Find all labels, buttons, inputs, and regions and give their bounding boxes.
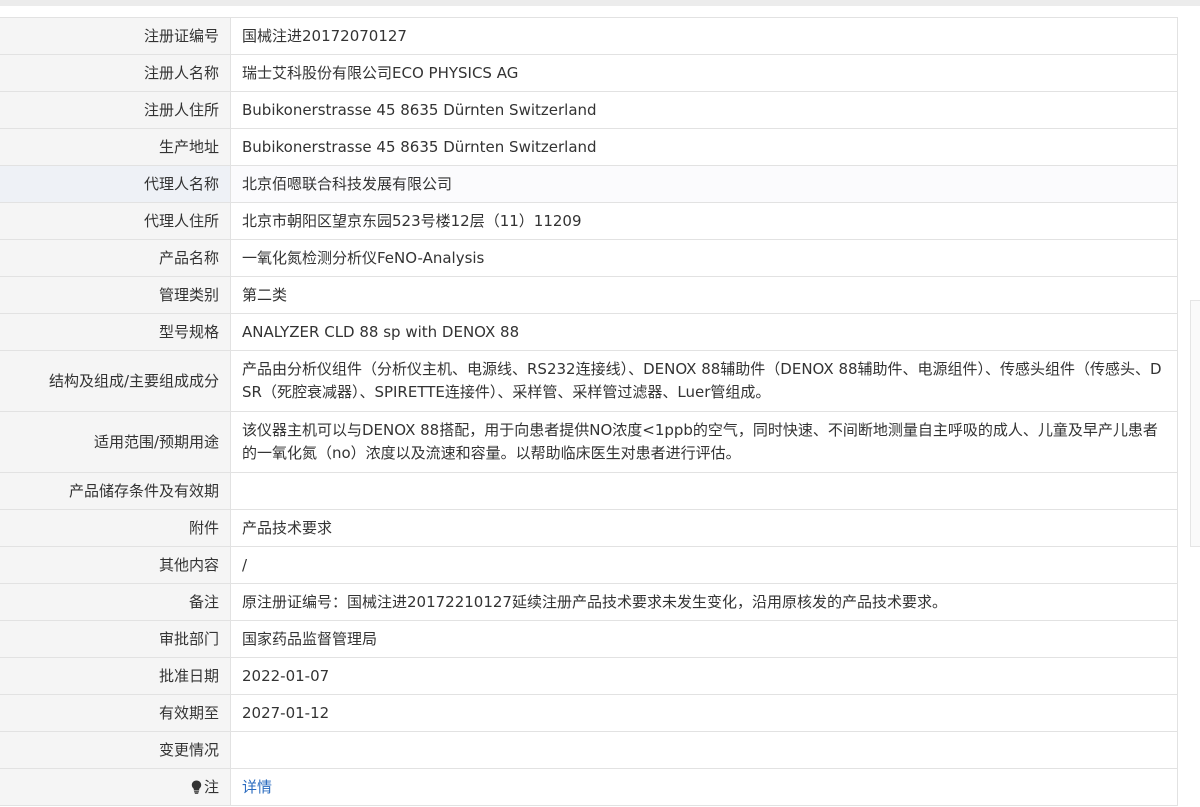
row-label: 注册人住所 <box>0 91 231 129</box>
row-label: 产品储存条件及有效期 <box>0 472 231 510</box>
table-row: 产品储存条件及有效期 <box>0 472 1178 510</box>
row-label: 有效期至 <box>0 694 231 732</box>
row-value: 2022-01-07 <box>230 657 1178 695</box>
table-row: 适用范围/预期用途 该仪器主机可以与DENOX 88搭配，用于向患者提供NO浓度… <box>0 411 1178 473</box>
row-label: 备注 <box>0 583 231 621</box>
table-row: 产品名称 一氧化氮检测分析仪FeNO-Analysis <box>0 239 1178 277</box>
row-label: 注册人名称 <box>0 54 231 92</box>
row-label: 代理人住所 <box>0 202 231 240</box>
row-label: 管理类别 <box>0 276 231 314</box>
table-row: 结构及组成/主要组成成分 产品由分析仪组件（分析仪主机、电源线、RS232连接线… <box>0 350 1178 412</box>
row-value: 原注册证编号：国械注进20172210127延续注册产品技术要求未发生变化，沿用… <box>230 583 1178 621</box>
table-row: 注册证编号 国械注进20172070127 <box>0 17 1178 55</box>
registration-detail-table-wrapper: 注册证编号 国械注进20172070127 注册人名称 瑞士艾科股份有限公司EC… <box>0 17 1178 806</box>
row-value: 该仪器主机可以与DENOX 88搭配，用于向患者提供NO浓度<1ppb的空气，同… <box>230 411 1178 473</box>
table-row: 批准日期 2022-01-07 <box>0 657 1178 695</box>
row-value: 瑞士艾科股份有限公司ECO PHYSICS AG <box>230 54 1178 92</box>
note-row-label: 注 <box>0 768 231 806</box>
row-value: 2027-01-12 <box>230 694 1178 732</box>
row-label: 批准日期 <box>0 657 231 695</box>
row-value: ANALYZER CLD 88 sp with DENOX 88 <box>230 313 1178 351</box>
row-label: 注册证编号 <box>0 17 231 55</box>
table-row: 生产地址 Bubikonerstrasse 45 8635 Dürnten Sw… <box>0 128 1178 166</box>
table-row: 审批部门 国家药品监督管理局 <box>0 620 1178 658</box>
row-value: 一氧化氮检测分析仪FeNO-Analysis <box>230 239 1178 277</box>
table-row: 其他内容 / <box>0 546 1178 584</box>
row-label: 适用范围/预期用途 <box>0 411 231 473</box>
right-side-panel-edge <box>1190 300 1200 547</box>
table-row: 管理类别 第二类 <box>0 276 1178 314</box>
note-label-text: 注 <box>203 778 219 796</box>
table-row: 注 详情 <box>0 768 1178 806</box>
row-label: 变更情况 <box>0 731 231 769</box>
row-value: 国械注进20172070127 <box>230 17 1178 55</box>
row-label: 附件 <box>0 509 231 547</box>
row-label: 型号规格 <box>0 313 231 351</box>
row-label: 其他内容 <box>0 546 231 584</box>
note-row-value: 详情 <box>230 768 1178 806</box>
row-value: Bubikonerstrasse 45 8635 Dürnten Switzer… <box>230 128 1178 166</box>
row-value: 国家药品监督管理局 <box>230 620 1178 658</box>
row-value: 北京佰嗯联合科技发展有限公司 <box>230 165 1178 203</box>
table-row: 附件 产品技术要求 <box>0 509 1178 547</box>
table-row: 变更情况 <box>0 731 1178 769</box>
row-label: 结构及组成/主要组成成分 <box>0 350 231 412</box>
row-value: 第二类 <box>230 276 1178 314</box>
row-value: Bubikonerstrasse 45 8635 Dürnten Switzer… <box>230 91 1178 129</box>
table-row: 代理人住所 北京市朝阳区望京东园523号楼12层（11）11209 <box>0 202 1178 240</box>
row-value: 北京市朝阳区望京东园523号楼12层（11）11209 <box>230 202 1178 240</box>
table-row: 型号规格 ANALYZER CLD 88 sp with DENOX 88 <box>0 313 1178 351</box>
table-row: 注册人名称 瑞士艾科股份有限公司ECO PHYSICS AG <box>0 54 1178 92</box>
table-row: 有效期至 2027-01-12 <box>0 694 1178 732</box>
registration-detail-table: 注册证编号 国械注进20172070127 注册人名称 瑞士艾科股份有限公司EC… <box>0 17 1178 806</box>
row-label: 产品名称 <box>0 239 231 277</box>
row-label: 审批部门 <box>0 620 231 658</box>
top-strip <box>0 0 1200 6</box>
row-value: 产品由分析仪组件（分析仪主机、电源线、RS232连接线）、DENOX 88辅助件… <box>230 350 1178 412</box>
details-link[interactable]: 详情 <box>242 778 272 796</box>
row-label: 生产地址 <box>0 128 231 166</box>
lightbulb-icon <box>191 780 202 794</box>
table-row: 注册人住所 Bubikonerstrasse 45 8635 Dürnten S… <box>0 91 1178 129</box>
row-value: / <box>230 546 1178 584</box>
table-row: 代理人名称 北京佰嗯联合科技发展有限公司 <box>0 165 1178 203</box>
table-row: 备注 原注册证编号：国械注进20172210127延续注册产品技术要求未发生变化… <box>0 583 1178 621</box>
row-value <box>230 472 1178 510</box>
row-value <box>230 731 1178 769</box>
row-value: 产品技术要求 <box>230 509 1178 547</box>
row-label: 代理人名称 <box>0 165 231 203</box>
